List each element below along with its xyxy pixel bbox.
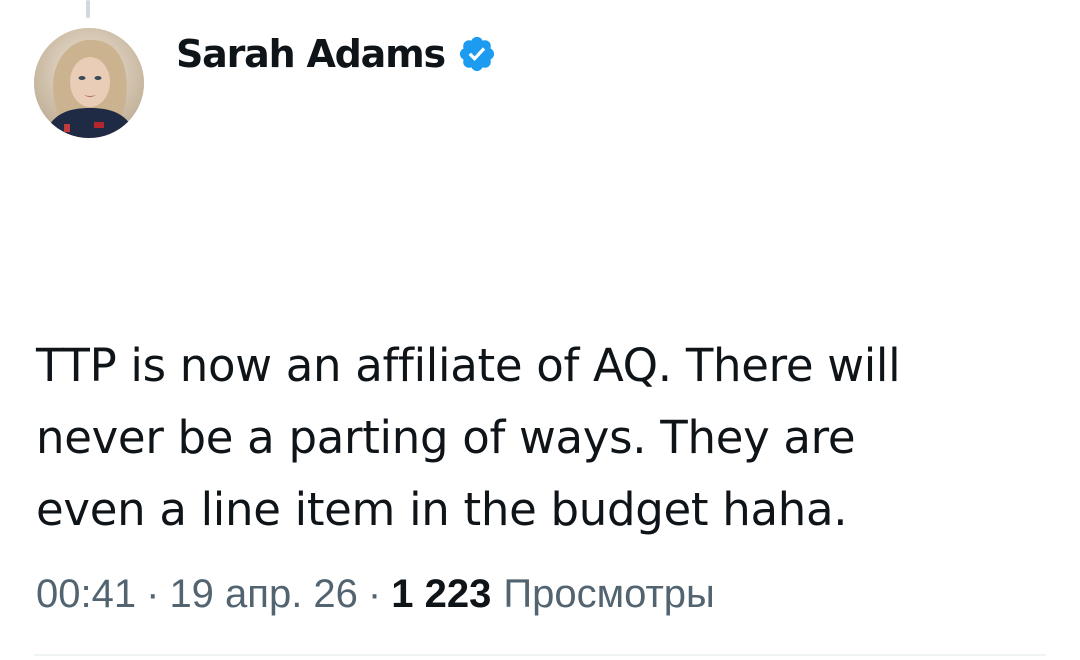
verified-badge-icon[interactable] (457, 34, 497, 74)
tweet-header: Sarah Adams (176, 26, 497, 82)
tweet-time[interactable]: 00:41 (36, 572, 136, 617)
thread-connector-line (86, 0, 90, 18)
divider (34, 654, 1046, 656)
meta-separator: · (146, 572, 160, 616)
avatar-photo-icon (34, 28, 144, 138)
author-display-name[interactable]: Sarah Adams (176, 32, 446, 76)
avatar[interactable] (34, 28, 144, 138)
tweet-date[interactable]: 19 апр. 26 (169, 572, 357, 617)
tweet-body-text: TTP is now an affiliate of AQ. There wil… (36, 339, 901, 536)
meta-separator: · (367, 572, 382, 616)
views-label: Просмотры (503, 572, 715, 616)
tweet-metadata: 00:41 · 19 апр. 26 · 1 223 Просмотры (36, 572, 715, 617)
views-count: 1 223 (391, 572, 492, 616)
